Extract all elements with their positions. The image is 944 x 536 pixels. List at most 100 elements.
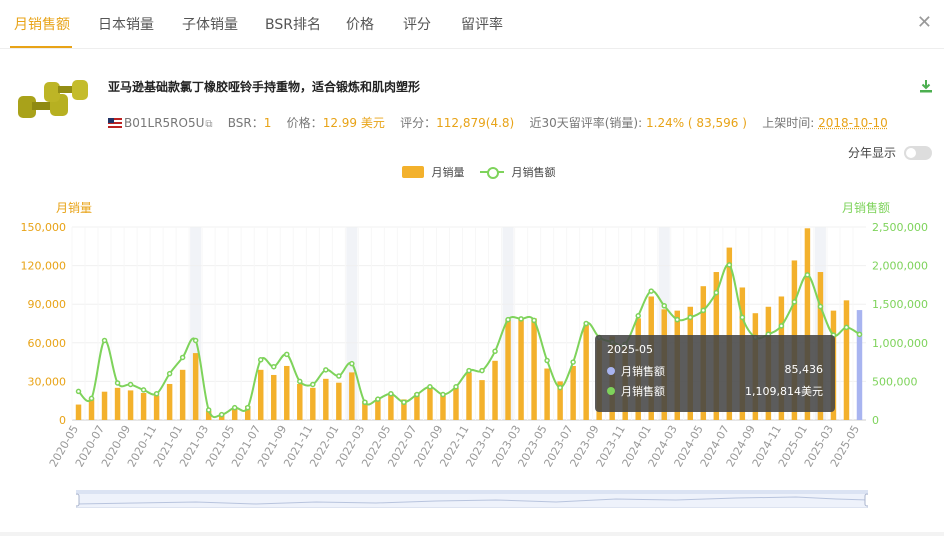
y-left-tick-label: 0	[59, 414, 66, 427]
line-point	[700, 307, 707, 314]
bar-monthly-sales	[336, 382, 342, 420]
line-point	[362, 399, 368, 405]
bar-monthly-sales	[505, 319, 511, 420]
y-right-tick-label: 2,000,000	[872, 260, 928, 273]
line-point	[440, 391, 446, 398]
bar-monthly-sales	[583, 324, 589, 420]
line-point	[726, 262, 733, 268]
zoom-slider[interactable]	[76, 490, 868, 508]
line-point	[570, 359, 576, 365]
bar-monthly-sales	[153, 395, 160, 420]
bar-monthly-sales	[427, 387, 433, 420]
bar-monthly-sales	[518, 318, 524, 420]
y-right-tick-label: 0	[872, 414, 879, 427]
y-left-tick-label: 150,000	[21, 221, 67, 234]
line-point	[297, 378, 303, 385]
line-point	[739, 314, 746, 321]
line-point	[778, 323, 785, 329]
bar-monthly-sales	[388, 392, 394, 420]
y-right-tick-label: 1,500,000	[872, 298, 928, 311]
y-left-tick-label: 30,000	[28, 375, 67, 388]
line-point	[336, 373, 342, 379]
line-point	[127, 381, 134, 388]
tooltip-row: 月销售额 85,436	[607, 363, 823, 379]
bar-monthly-sales	[453, 387, 459, 420]
line-point	[531, 317, 537, 324]
line-point	[88, 395, 95, 402]
line-point	[492, 348, 498, 355]
sales-chart[interactable]: 150,000 2,500,000 120,000 2,000,000 90,000 1,…	[0, 0, 944, 536]
line-point	[856, 331, 863, 338]
bar-monthly-sales	[271, 374, 277, 420]
line-point	[466, 367, 472, 374]
y-right-tick-label: 2,500,000	[872, 221, 928, 234]
line-point	[661, 302, 667, 309]
line-point	[231, 404, 238, 411]
line-point	[518, 316, 524, 322]
y-left-tick-label: 60,000	[28, 337, 67, 350]
line-point	[674, 316, 681, 323]
bar-monthly-sales	[843, 300, 850, 420]
line-point	[453, 384, 459, 390]
line-point	[349, 360, 355, 367]
bar-monthly-sales	[492, 360, 498, 420]
bar-monthly-sales	[544, 368, 550, 420]
tooltip-row-label: 月销售额	[621, 365, 665, 378]
line-point	[192, 337, 199, 344]
line-point	[427, 384, 433, 390]
bar-monthly-sales	[179, 369, 186, 420]
line-point	[414, 391, 420, 398]
line-point	[218, 411, 225, 418]
tooltip-dot	[607, 367, 615, 375]
bar-monthly-sales	[192, 353, 199, 420]
bar-monthly-sales	[856, 310, 863, 420]
line-point	[713, 289, 720, 296]
line-point	[687, 314, 694, 321]
bar-monthly-sales	[75, 404, 82, 420]
tooltip-title: 2025-05	[607, 343, 653, 356]
line-point	[817, 303, 824, 310]
bar-monthly-sales	[127, 390, 134, 420]
bar-monthly-sales	[440, 394, 446, 420]
line-point	[375, 396, 381, 402]
line-point	[166, 370, 173, 377]
line-point	[153, 391, 160, 397]
bar-monthly-sales	[166, 383, 173, 420]
bar-monthly-sales	[140, 392, 147, 420]
line-point	[635, 313, 641, 319]
bar-monthly-sales	[284, 365, 290, 420]
bar-monthly-sales	[310, 387, 316, 420]
tooltip-row-label: 月销售额	[621, 385, 665, 398]
line-point	[791, 299, 798, 305]
tooltip-row-value: 1,109,814美元	[745, 385, 823, 398]
line-point	[323, 367, 329, 373]
line-point	[557, 384, 563, 391]
line-point	[648, 288, 654, 294]
bar-monthly-sales	[349, 372, 355, 420]
bar-monthly-sales	[101, 391, 108, 420]
bar-monthly-sales	[114, 387, 121, 420]
tooltip-dot	[607, 387, 615, 395]
line-point	[544, 357, 550, 364]
tooltip-row-value: 85,436	[784, 363, 824, 376]
line-point	[244, 404, 251, 411]
line-point	[257, 357, 264, 363]
bar-monthly-sales	[323, 378, 329, 420]
line-point	[804, 272, 811, 278]
bar-monthly-sales	[258, 369, 264, 420]
bar-monthly-sales	[466, 372, 472, 420]
line-point	[101, 337, 108, 344]
bar-monthly-sales	[297, 383, 303, 420]
chart-tooltip: 2025-05 月销售额 85,436 月销售额 1,109,814美元	[595, 335, 835, 412]
line-point	[284, 351, 290, 358]
line-point	[75, 388, 82, 395]
line-point	[505, 316, 511, 323]
line-point	[140, 387, 147, 393]
line-point	[114, 380, 121, 386]
y-right-tick-label: 500,000	[872, 375, 918, 388]
line-point	[479, 367, 485, 374]
y-left-tick-label: 120,000	[21, 260, 67, 273]
bar-monthly-sales	[479, 380, 485, 420]
line-point	[843, 324, 850, 331]
tooltip-row: 月销售额 1,109,814美元	[607, 383, 823, 399]
